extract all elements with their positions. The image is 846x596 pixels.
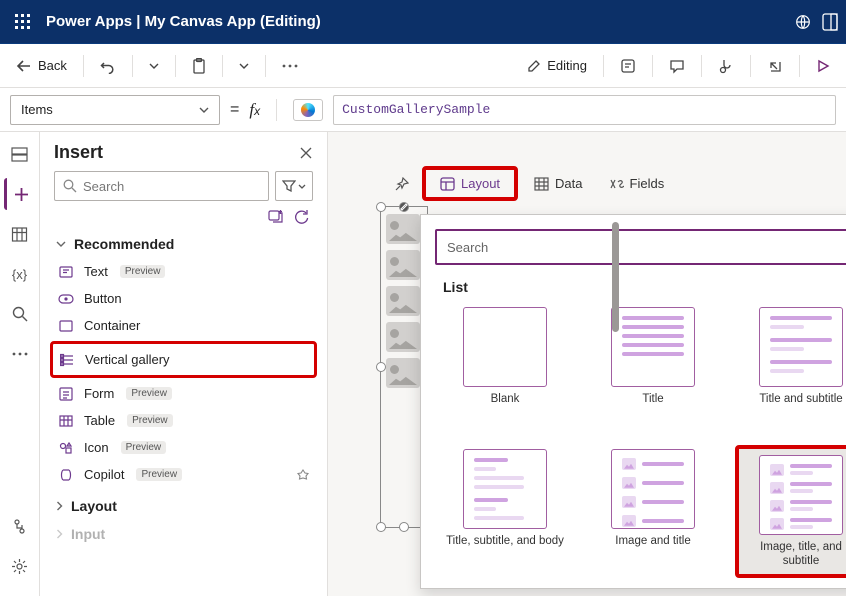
formula-input[interactable]: [333, 95, 836, 125]
item-icon[interactable]: Icon Preview: [54, 434, 313, 461]
rail-search-icon[interactable]: [4, 298, 36, 330]
panel-list: Recommended Text Preview Button Containe…: [40, 230, 327, 596]
container-icon: [58, 320, 74, 332]
handle[interactable]: [376, 362, 386, 372]
editing-label: Editing: [547, 58, 587, 73]
panel-close-icon[interactable]: [299, 146, 313, 160]
card-title-subtitle-body[interactable]: Title, subtitle, and body: [439, 445, 571, 579]
paste-dropdown[interactable]: [231, 59, 257, 73]
panel-search-ph: Search: [83, 179, 124, 194]
share-icon[interactable]: [759, 54, 791, 78]
back-button[interactable]: Back: [8, 54, 75, 77]
environment-icon[interactable]: [794, 13, 812, 31]
app-title: Power Apps | My Canvas App (Editing): [46, 13, 321, 30]
rail-data-icon[interactable]: [4, 218, 36, 250]
group-recommended[interactable]: Recommended: [54, 230, 313, 258]
data-icon: [534, 177, 549, 191]
form-icon: [58, 387, 74, 401]
rail-more-icon[interactable]: [4, 338, 36, 370]
filter-button[interactable]: [275, 171, 313, 201]
app-header: Power Apps | My Canvas App (Editing): [0, 0, 846, 44]
layout-flyout: Search All List Blank Title: [420, 214, 846, 589]
item-text[interactable]: Text Preview: [54, 258, 313, 285]
fields-icon: [609, 177, 624, 191]
canvas[interactable]: Layout Data Fields Search All: [328, 132, 846, 596]
edit-handle[interactable]: [399, 202, 409, 212]
refresh-icon[interactable]: [294, 209, 309, 224]
pin-icon[interactable]: [388, 170, 416, 198]
property-select[interactable]: Items: [10, 95, 220, 125]
card-image-title-subtitle[interactable]: Image, title, and subtitle: [735, 445, 846, 579]
card-blank[interactable]: Blank: [439, 303, 571, 413]
card-title[interactable]: Title: [587, 303, 719, 413]
more-button[interactable]: [274, 60, 306, 72]
handle[interactable]: [399, 522, 409, 532]
command-bar: Back Editing: [0, 44, 846, 88]
search-icon: [63, 179, 77, 193]
checker-icon[interactable]: [710, 54, 742, 78]
layout-cards: Blank Title Title and subtitle: [435, 303, 846, 578]
copilot-icon: [58, 468, 74, 482]
panel-scrollbar[interactable]: [612, 222, 619, 332]
panel-title: Insert: [54, 142, 103, 163]
property-name: Items: [21, 102, 53, 117]
item-vertical-gallery[interactable]: Vertical gallery: [55, 346, 312, 373]
icon-icon: [58, 441, 74, 455]
card-image-title[interactable]: Image and title: [587, 445, 719, 579]
item-table[interactable]: Table Preview: [54, 407, 313, 434]
premium-icon: [297, 469, 309, 481]
table-icon: [58, 414, 74, 428]
fx-label: fx: [249, 100, 260, 120]
rail-tools-icon[interactable]: [4, 510, 36, 542]
text-icon: [58, 265, 74, 279]
group-layout[interactable]: Layout: [54, 492, 313, 520]
vgallery-icon: [59, 353, 75, 367]
group-layout-label: Layout: [71, 498, 117, 514]
card-title-subtitle[interactable]: Title and subtitle: [735, 303, 846, 413]
item-copilot[interactable]: Copilot Preview: [54, 461, 313, 488]
undo-button[interactable]: [92, 54, 124, 78]
chevron-down-icon: [199, 107, 209, 113]
comments-icon[interactable]: [661, 54, 693, 78]
group-input[interactable]: Input: [54, 520, 313, 548]
handle[interactable]: [376, 202, 386, 212]
item-form[interactable]: Form Preview: [54, 380, 313, 407]
rail-insert-icon[interactable]: [4, 178, 36, 210]
editing-button[interactable]: Editing: [519, 54, 595, 77]
left-rail: {x}: [0, 132, 40, 596]
flyout-section-list: List: [443, 279, 846, 295]
highlight-vertical-gallery: Vertical gallery: [50, 341, 317, 378]
main: {x} Insert Search: [0, 132, 846, 596]
group-label: Recommended: [74, 236, 174, 252]
tab-layout[interactable]: Layout: [422, 166, 518, 201]
play-icon[interactable]: [808, 55, 838, 77]
formula-bar: Items = fx: [0, 88, 846, 132]
notes-icon[interactable]: [612, 54, 644, 78]
insert-panel: Insert Search Recommended Text: [40, 132, 328, 596]
item-container[interactable]: Container: [54, 312, 313, 339]
undo-dropdown[interactable]: [141, 59, 167, 73]
equals: =: [230, 101, 239, 119]
back-label: Back: [38, 58, 67, 73]
copilot-fx-button[interactable]: [293, 99, 323, 121]
tab-fields[interactable]: Fields: [599, 170, 675, 197]
paste-button[interactable]: [184, 54, 214, 78]
panel-icon[interactable]: [822, 13, 838, 31]
gallery-sample-item: [386, 214, 424, 394]
waffle-icon[interactable]: [8, 7, 38, 37]
rail-variables-icon[interactable]: {x}: [4, 258, 36, 290]
get-more-icon[interactable]: [268, 209, 284, 223]
button-icon: [58, 294, 74, 304]
rail-settings-icon[interactable]: [4, 550, 36, 582]
layout-search-input[interactable]: Search: [435, 229, 846, 265]
gallery-tabs: Layout Data Fields: [388, 166, 674, 201]
item-button[interactable]: Button: [54, 285, 313, 312]
panel-search-input[interactable]: Search: [54, 171, 269, 201]
preview-badge: Preview: [120, 265, 166, 278]
layout-icon: [440, 177, 455, 191]
rail-tree-icon[interactable]: [4, 138, 36, 170]
tab-data[interactable]: Data: [524, 170, 592, 197]
handle[interactable]: [376, 522, 386, 532]
